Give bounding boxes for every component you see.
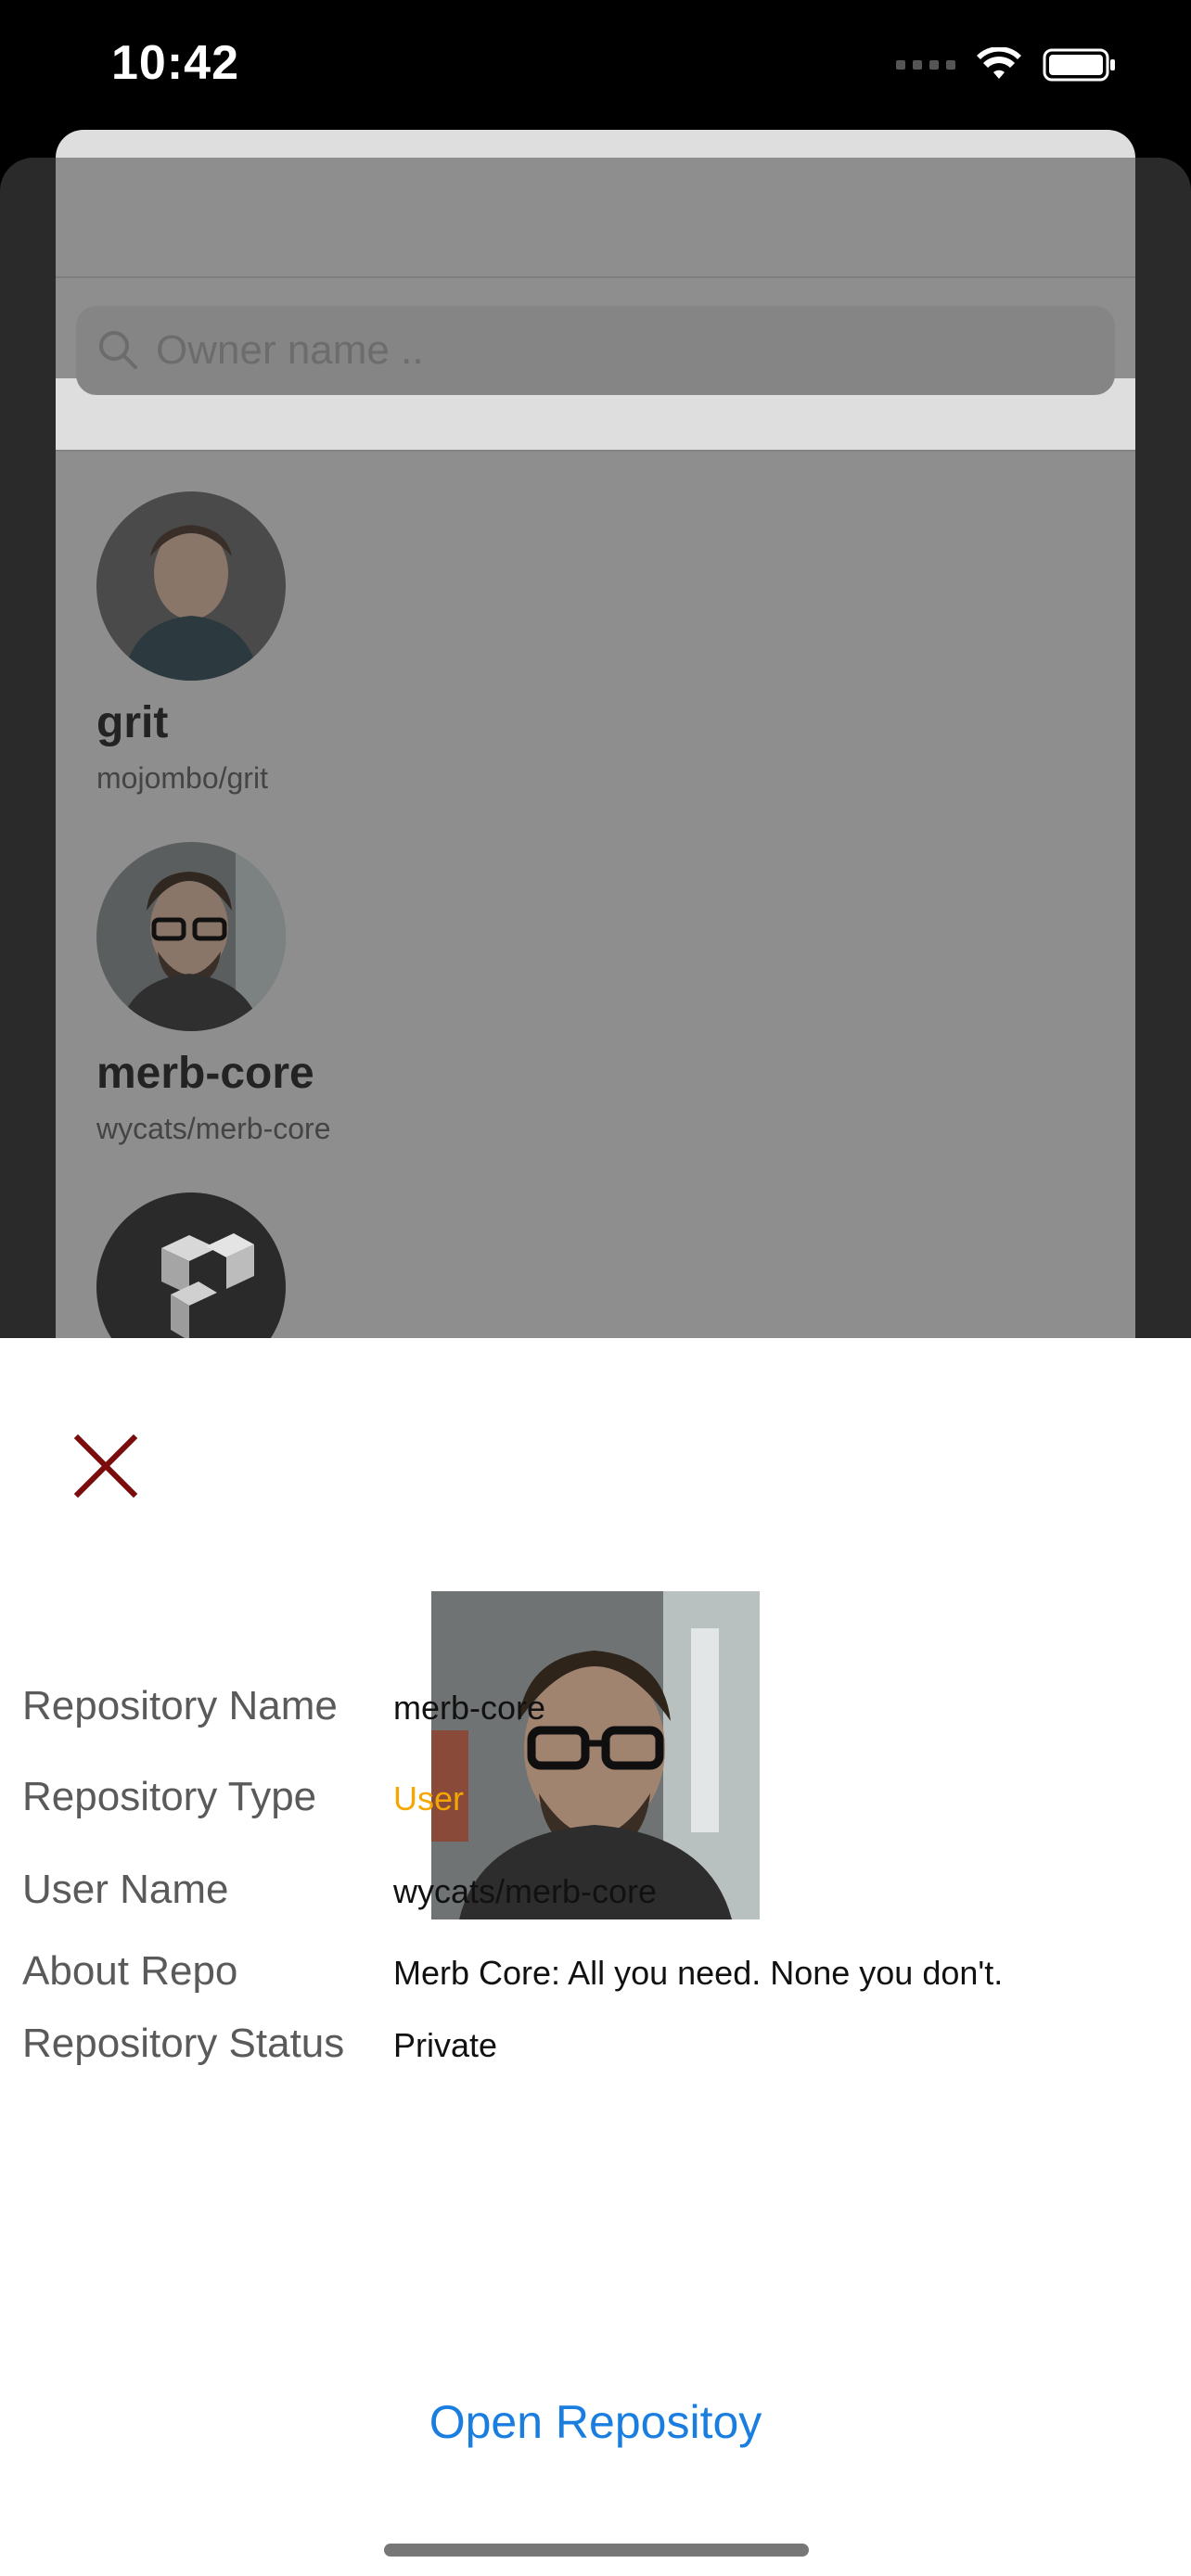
repo-subtitle: wycats/merb-core bbox=[96, 1112, 331, 1145]
field-value: merb-core bbox=[393, 1689, 546, 1727]
repo-title: grit bbox=[96, 698, 169, 747]
repo-title: merb-core bbox=[96, 1049, 314, 1098]
field-label: Repository Type bbox=[22, 1774, 317, 1819]
repository-list-sheet: grit mojombo/grit merb-core wycats/merb-… bbox=[56, 130, 1135, 1428]
open-repository-link[interactable]: Open Repositoy bbox=[0, 2395, 1191, 2449]
search-bar[interactable] bbox=[76, 306, 1115, 395]
field-label: About Repo bbox=[22, 1948, 238, 1994]
wifi-icon bbox=[977, 47, 1021, 79]
close-icon[interactable] bbox=[70, 1431, 141, 1501]
repository-detail-sheet: Repository Name merb-core Repository Typ… bbox=[0, 1338, 1191, 2576]
search-input[interactable] bbox=[154, 326, 992, 375]
home-indicator[interactable] bbox=[384, 2544, 809, 2557]
status-time: 10:42 bbox=[111, 36, 239, 90]
app-screen: 10:42 Owner name .. grit mojombo/grit me… bbox=[0, 0, 1191, 2576]
list-item[interactable]: grit mojombo/grit bbox=[96, 491, 286, 796]
field-label: Repository Status bbox=[22, 2021, 345, 2066]
avatar bbox=[96, 491, 286, 681]
list-divider bbox=[56, 450, 1135, 452]
status-bar: 10:42 bbox=[0, 0, 1191, 139]
avatar bbox=[96, 842, 286, 1031]
list-item[interactable]: merb-core wycats/merb-core bbox=[96, 842, 331, 1146]
cellular-signal-icon bbox=[896, 60, 955, 70]
field-about-repo: About Repo Merb Core: All you need. None… bbox=[22, 1948, 1172, 1995]
field-value: User bbox=[393, 1779, 465, 1817]
repo-subtitle: mojombo/grit bbox=[96, 761, 268, 795]
status-icons bbox=[896, 46, 1117, 83]
field-repository-status: Repository Status Private bbox=[22, 2021, 1172, 2067]
field-repository-type: Repository Type User bbox=[22, 1774, 1172, 1820]
field-repository-name: Repository Name merb-core bbox=[22, 1683, 1172, 1729]
battery-icon bbox=[1043, 48, 1115, 82]
field-label: Repository Name bbox=[22, 1683, 338, 1728]
field-value: Private bbox=[393, 2026, 498, 2064]
nav-divider bbox=[56, 276, 1135, 278]
field-value: wycats/merb-core bbox=[393, 1872, 658, 1910]
search-icon bbox=[99, 331, 137, 369]
field-user-name: User Name wycats/merb-core bbox=[22, 1867, 1172, 1913]
person-portrait-icon bbox=[96, 842, 286, 1031]
field-label: User Name bbox=[22, 1867, 229, 1912]
field-value: Merb Core: All you need. None you don't. bbox=[393, 1954, 1004, 1992]
person-portrait-icon bbox=[96, 491, 286, 681]
